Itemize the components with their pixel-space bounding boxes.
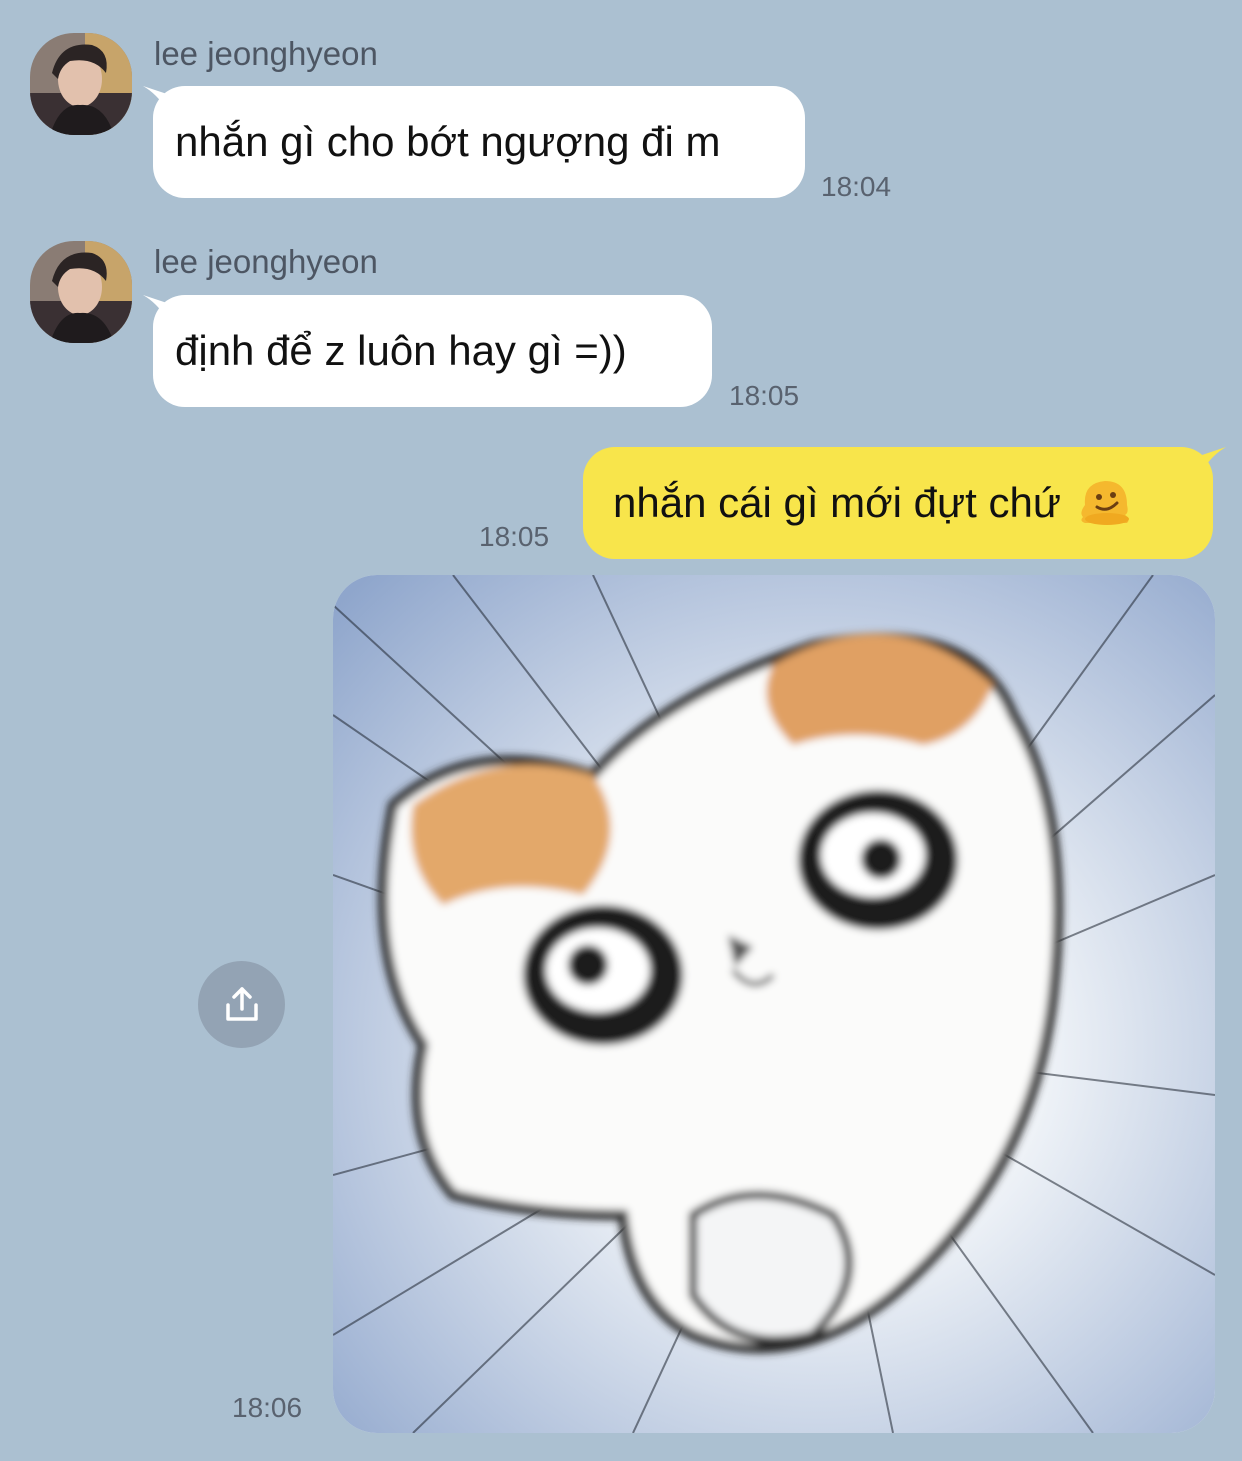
share-upload-icon bbox=[225, 986, 258, 1021]
bubble-tail bbox=[1202, 447, 1226, 471]
message-timestamp: 18:04 bbox=[821, 171, 892, 202]
message-timestamp: 18:06 bbox=[232, 1392, 303, 1423]
sender-name: lee jeonghyeon bbox=[154, 243, 378, 280]
incoming-message-bubble[interactable]: định để z luôn hay gì =)) bbox=[153, 295, 712, 407]
message-timestamp: 18:05 bbox=[729, 380, 800, 411]
share-button[interactable] bbox=[198, 961, 285, 1048]
message-text: định để z luôn hay gì =)) bbox=[175, 327, 627, 374]
sender-name: lee jeonghyeon bbox=[154, 35, 378, 72]
crying-cat-meme-image[interactable] bbox=[333, 575, 1215, 1433]
message-text: nhắn gì cho bớt ngượng đi m bbox=[175, 118, 721, 165]
incoming-message-bubble[interactable]: nhắn gì cho bớt ngượng đi m bbox=[153, 86, 805, 198]
message-text: nhắn cái gì mới đựt chứ bbox=[613, 479, 1061, 526]
sender-avatar[interactable] bbox=[30, 241, 132, 343]
melting-face-emoji-icon bbox=[1077, 475, 1133, 531]
message-timestamp: 18:05 bbox=[479, 521, 550, 552]
sender-avatar[interactable] bbox=[30, 33, 132, 135]
outgoing-message-bubble[interactable]: nhắn cái gì mới đựt chứ bbox=[583, 447, 1213, 559]
